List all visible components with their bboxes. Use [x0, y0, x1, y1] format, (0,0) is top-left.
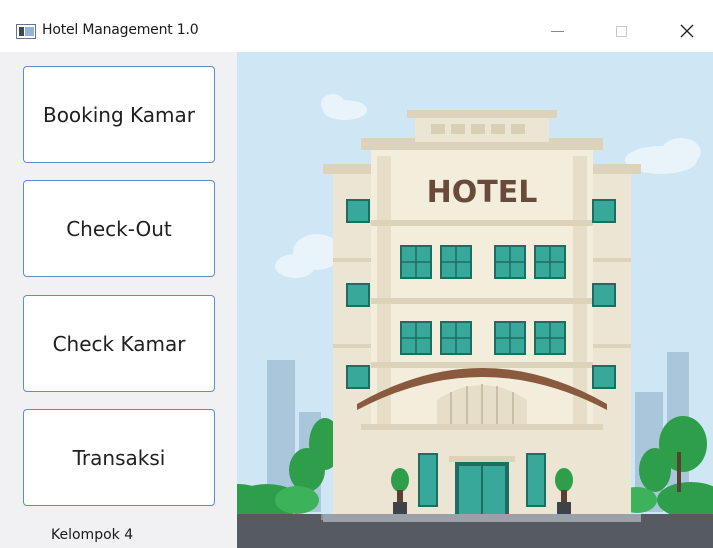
maximize-icon — [615, 25, 627, 37]
sidebar: Booking Kamar Check-Out Check Kamar Tran… — [0, 52, 237, 548]
app-window-icon — [16, 24, 36, 39]
maximize-button[interactable] — [598, 14, 644, 48]
close-button[interactable] — [664, 14, 710, 48]
title-bar: Hotel Management 1.0 — [0, 0, 713, 52]
hotel-sign-text: HOTEL — [427, 175, 538, 210]
minimize-button[interactable] — [534, 14, 580, 48]
hotel-building-image: HOTEL — [237, 52, 713, 548]
hotel-illustration: HOTEL — [237, 52, 713, 548]
booking-kamar-button[interactable]: Booking Kamar — [23, 66, 215, 163]
transaksi-button[interactable]: Transaksi — [23, 409, 215, 506]
group-label: Kelompok 4 — [51, 527, 134, 543]
close-icon — [680, 24, 694, 38]
check-out-button[interactable]: Check-Out — [23, 180, 215, 277]
check-kamar-button[interactable]: Check Kamar — [23, 295, 215, 392]
window-title: Hotel Management 1.0 — [42, 22, 199, 38]
minimize-icon — [550, 30, 564, 32]
